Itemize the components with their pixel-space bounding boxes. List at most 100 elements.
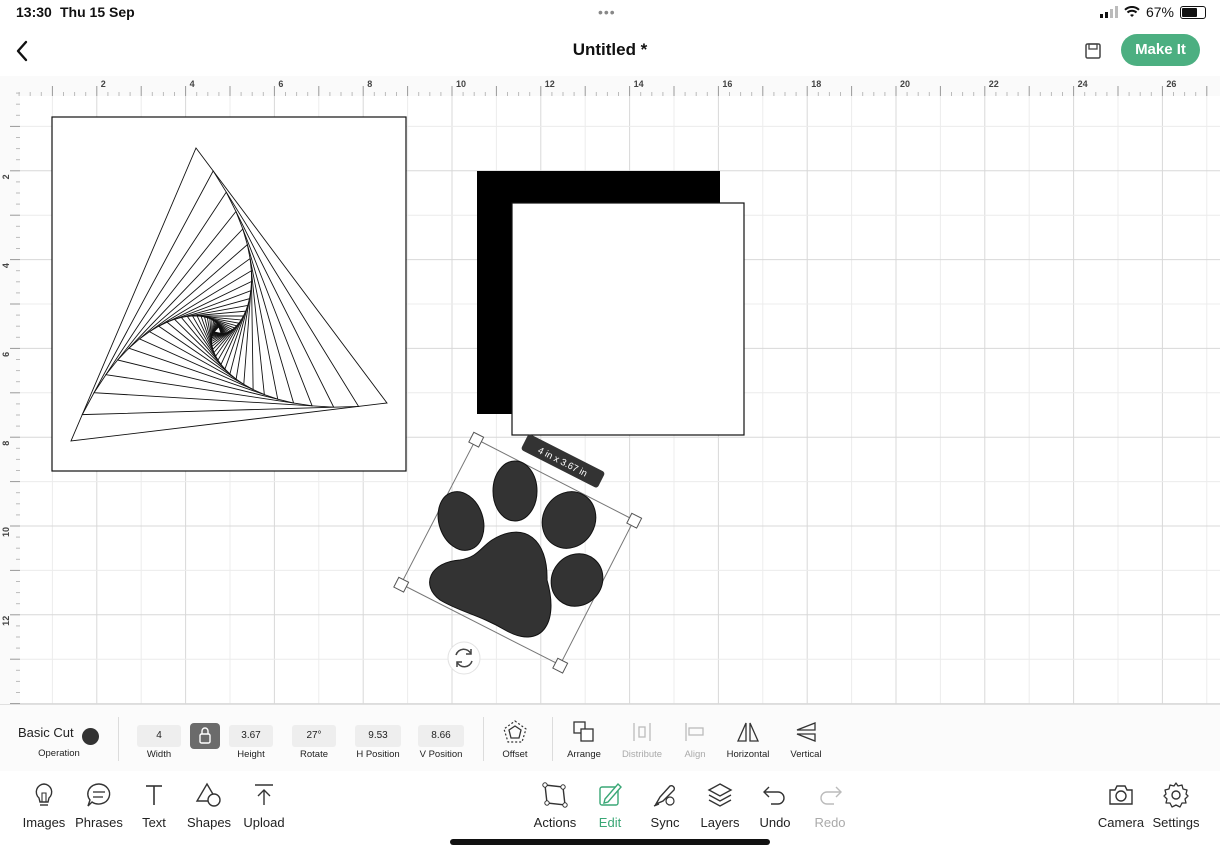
gear-icon xyxy=(1163,782,1189,808)
operation-value[interactable]: Basic Cut xyxy=(18,725,74,740)
operation-label: Operation xyxy=(38,748,80,759)
status-right: 67% xyxy=(1099,4,1206,20)
rotate-button[interactable] xyxy=(447,641,481,675)
lock-ratio-button[interactable] xyxy=(190,723,220,749)
ruler-label: 10 xyxy=(456,79,466,89)
nav-redo[interactable]: Redo xyxy=(800,781,860,830)
make-it-button[interactable]: Make It xyxy=(1121,34,1200,66)
wifi-icon xyxy=(1124,6,1140,17)
handle-top-left[interactable] xyxy=(468,431,485,448)
speech-bubble-icon xyxy=(87,783,111,807)
paw-toe-1[interactable] xyxy=(431,486,491,557)
distribute-icon[interactable] xyxy=(629,719,655,745)
text-icon xyxy=(146,785,162,805)
white-square[interactable] xyxy=(511,202,745,436)
ruler-label: 22 xyxy=(989,79,999,89)
edit-toolbar: Basic Cut Operation 4 Width 3.67 Height … xyxy=(0,704,1220,772)
nav-actions[interactable]: Actions xyxy=(525,781,585,830)
height-field[interactable]: 3.67 xyxy=(229,725,273,747)
save-button[interactable] xyxy=(1080,38,1106,64)
ruler-label: 24 xyxy=(1078,79,1088,89)
divider xyxy=(483,717,484,761)
h-position-label: H Position xyxy=(356,749,400,760)
width-label: Width xyxy=(146,749,172,760)
nav-shapes-label: Shapes xyxy=(186,815,232,830)
align-label: Align xyxy=(684,749,706,760)
rotate-field[interactable]: 27° xyxy=(292,725,336,747)
nav-sync-label: Sync xyxy=(650,815,680,830)
ruler-label: 14 xyxy=(634,79,644,89)
nav-upload[interactable]: Upload xyxy=(234,781,294,830)
home-indicator xyxy=(450,839,770,845)
ruler-label: 20 xyxy=(900,79,910,89)
ruler-label: 16 xyxy=(722,79,732,89)
operation-color-dot[interactable] xyxy=(82,728,99,745)
divider xyxy=(118,717,119,761)
horizontal-label: Horizontal xyxy=(726,749,770,760)
vertical-label: Vertical xyxy=(790,749,822,760)
paw-print-group[interactable]: 4 in x 3.67 in xyxy=(393,431,643,675)
ruler-label: 8 xyxy=(1,441,11,446)
h-position-field[interactable]: 9.53 xyxy=(355,725,401,747)
nav-sync[interactable]: Sync xyxy=(635,781,695,830)
nav-settings[interactable]: Settings xyxy=(1146,781,1206,830)
paw-toe-2[interactable] xyxy=(492,460,538,522)
ruler-label: 4 xyxy=(1,263,11,268)
handle-bottom-right[interactable] xyxy=(552,657,569,674)
actions-icon xyxy=(542,782,568,808)
nav-images[interactable]: Images xyxy=(14,781,74,830)
paw-pad[interactable] xyxy=(429,531,552,638)
nav-edit-label: Edit xyxy=(598,815,622,830)
triangle-design-frame[interactable] xyxy=(51,116,407,472)
flip-horizontal-icon[interactable] xyxy=(735,719,761,745)
shapes-icon xyxy=(195,782,221,807)
nav-redo-label: Redo xyxy=(814,815,846,830)
battery-percent: 67% xyxy=(1145,4,1174,20)
nav-actions-label: Actions xyxy=(533,815,577,830)
nav-undo[interactable]: Undo xyxy=(745,781,805,830)
ruler-label: 26 xyxy=(1166,79,1176,89)
design-canvas[interactable]: 2 4 6 8 10 12 14 16 18 20 22 24 26 2 4 6 8 10 12 4 in x 3… xyxy=(0,76,1220,704)
canvas-svg[interactable]: 2 4 6 8 10 12 14 16 18 20 22 24 26 24681012 4 in x 3… xyxy=(0,76,1220,704)
ruler-label: 2 xyxy=(101,79,106,89)
ruler-label: 12 xyxy=(545,79,555,89)
width-field[interactable]: 4 xyxy=(137,725,181,747)
paw-toe-3[interactable] xyxy=(532,482,606,558)
ruler-label: 2 xyxy=(1,174,11,179)
ruler-label: 6 xyxy=(1,352,11,357)
offset-icon[interactable] xyxy=(502,719,528,745)
nav-phrases[interactable]: Phrases xyxy=(69,781,129,830)
v-position-field[interactable]: 8.66 xyxy=(418,725,464,747)
nav-camera[interactable]: Camera xyxy=(1091,781,1151,830)
nav-phrases-label: Phrases xyxy=(75,815,123,830)
handle-bottom-left[interactable] xyxy=(393,576,410,593)
nav-shapes[interactable]: Shapes xyxy=(179,781,239,830)
nav-undo-label: Undo xyxy=(759,815,791,830)
lock-icon xyxy=(199,727,211,744)
align-icon[interactable] xyxy=(682,719,708,745)
ruler-label: 18 xyxy=(811,79,821,89)
nav-layers[interactable]: Layers xyxy=(690,781,750,830)
ruler-label: 12 xyxy=(1,616,11,626)
top-ruler xyxy=(0,76,1220,96)
distribute-label: Distribute xyxy=(621,749,663,760)
height-label: Height xyxy=(237,749,265,760)
rotate-label: Rotate xyxy=(300,749,328,760)
arrange-icon[interactable] xyxy=(571,719,597,745)
lightbulb-icon xyxy=(35,783,53,806)
nav-edit[interactable]: Edit xyxy=(580,781,640,830)
nav-text[interactable]: Text xyxy=(124,781,184,830)
page-title: Untitled * xyxy=(572,40,648,59)
layers-icon xyxy=(707,783,733,807)
header: Untitled * Make It xyxy=(0,26,1220,76)
multitasking-dots[interactable]: ••• xyxy=(598,4,616,20)
flip-vertical-icon[interactable] xyxy=(793,719,819,745)
battery-fill xyxy=(1182,7,1197,17)
camera-icon xyxy=(1109,785,1133,805)
left-ruler xyxy=(0,76,20,704)
sync-icon xyxy=(653,785,675,807)
status-bar: 13:30 Thu 15 Sep ••• 67% xyxy=(0,0,1220,26)
bottom-nav: Images Phrases Text Shapes Upload Action… xyxy=(0,771,1220,853)
divider xyxy=(552,717,553,761)
v-position-label: V Position xyxy=(419,749,463,760)
